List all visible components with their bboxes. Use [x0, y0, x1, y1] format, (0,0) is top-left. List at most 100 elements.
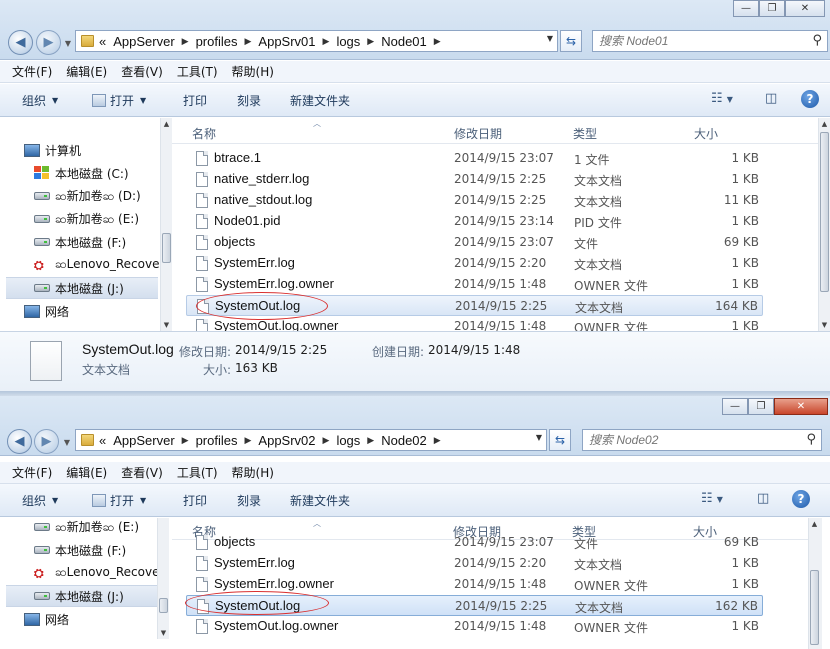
scroll-up-icon[interactable]: ▲ — [809, 518, 820, 530]
breadcrumb-separator-icon[interactable]: ▶ — [245, 435, 252, 446]
menu-item[interactable]: 编辑(E) — [66, 63, 107, 80]
navigation-scrollbar[interactable]: ▼ — [157, 518, 169, 639]
scroll-up-icon[interactable]: ▲ — [161, 118, 172, 130]
breadcrumb-item[interactable]: logs — [336, 34, 360, 49]
nav-item[interactable]: 本地磁盘 (F:) — [34, 231, 126, 253]
menu-item[interactable]: 帮助(H) — [232, 63, 274, 80]
burn-button[interactable]: 刻录 — [237, 92, 261, 109]
breadcrumb-separator-icon[interactable]: ▶ — [182, 36, 189, 47]
nav-item[interactable]: ⛭ ဆLenovo_Recover — [34, 254, 164, 276]
breadcrumb-item[interactable]: AppSrv01 — [258, 34, 315, 49]
nav-item[interactable]: 本地磁盘 (C:) — [34, 162, 129, 184]
breadcrumb-separator-icon[interactable]: ▶ — [367, 435, 374, 446]
help-button[interactable]: ? — [801, 90, 819, 108]
breadcrumb-item[interactable]: AppServer — [113, 34, 174, 49]
nav-item[interactable]: 网络 — [24, 300, 69, 322]
view-options-button[interactable]: ☷ ▼ — [701, 491, 723, 506]
navigation-scrollbar[interactable]: ▲ ▼ — [160, 118, 172, 331]
menu-item[interactable]: 工具(T) — [177, 464, 218, 481]
nav-item[interactable]: 网络 — [24, 608, 69, 630]
address-dropdown-icon[interactable]: ▼ — [547, 34, 553, 43]
breadcrumb-item[interactable]: Node01 — [381, 34, 427, 49]
organize-button[interactable]: 组织 ▼ — [22, 92, 58, 109]
breadcrumb-separator-icon[interactable]: ▶ — [323, 36, 330, 47]
nav-item[interactable]: ဆ新加卷ဆ (E:) — [34, 518, 139, 538]
breadcrumb-separator-icon[interactable]: ▶ — [323, 435, 330, 446]
open-button[interactable]: 打开 ▼ — [92, 492, 146, 509]
breadcrumb-item[interactable]: logs — [336, 433, 360, 448]
column-type[interactable]: 类型 — [573, 125, 597, 142]
menu-item[interactable]: 文件(F) — [12, 464, 52, 481]
scroll-thumb[interactable] — [159, 598, 168, 613]
preview-pane-button[interactable]: ◫ — [757, 491, 769, 506]
file-list-scrollbar[interactable]: ▲ — [808, 518, 822, 649]
nav-item[interactable]: 本地磁盘 (J:) — [6, 277, 158, 299]
file-row[interactable]: native_stdout.log 2014/9/15 2:25 文本文档 11 KB — [186, 190, 763, 211]
breadcrumb-separator-icon[interactable]: ▶ — [182, 435, 189, 446]
refresh-button[interactable]: ⇆ — [560, 30, 582, 52]
column-size[interactable]: 大小 — [694, 125, 718, 142]
new-folder-button[interactable]: 新建文件夹 — [290, 92, 350, 109]
nav-item[interactable]: 计算机 — [24, 139, 81, 161]
address-dropdown-icon[interactable]: ▼ — [536, 433, 542, 442]
print-button[interactable]: 打印 — [183, 92, 207, 109]
view-options-button[interactable]: ☷ ▼ — [711, 91, 733, 106]
menu-item[interactable]: 文件(F) — [12, 63, 52, 80]
search-input[interactable] — [583, 433, 783, 447]
search-icon[interactable]: ⚲ — [806, 432, 816, 447]
file-row[interactable]: objects 2014/9/15 23:07 文件 69 KB — [186, 232, 763, 253]
nav-item[interactable]: 本地磁盘 (J:) — [6, 585, 158, 607]
nav-item[interactable]: 本地磁盘 (F:) — [34, 539, 126, 561]
column-name[interactable]: 名称 — [192, 125, 216, 142]
nav-item[interactable]: ဆ新加卷ဆ (D:) — [34, 185, 141, 207]
refresh-button[interactable]: ⇆ — [549, 429, 571, 451]
open-button[interactable]: 打开 ▼ — [92, 92, 146, 109]
menu-item[interactable]: 工具(T) — [177, 63, 218, 80]
forward-button[interactable]: ▶ — [34, 429, 59, 454]
address-bar[interactable]: « AppServer ▶ profiles ▶ AppSrv01 ▶ logs ▶ Node0… — [75, 30, 558, 52]
recent-pages-dropdown[interactable]: ▼ — [63, 36, 73, 50]
breadcrumb-item[interactable]: AppSrv02 — [258, 433, 315, 448]
minimize-button[interactable]: — — [733, 0, 759, 17]
maximize-button[interactable]: ❐ — [748, 398, 774, 415]
file-row[interactable]: SystemOut.log.owner 2014/9/15 1:48 OWNER 文… — [186, 616, 763, 637]
scroll-down-icon[interactable]: ▼ — [819, 319, 830, 331]
breadcrumb-overflow[interactable]: « — [99, 433, 106, 448]
column-date[interactable]: 修改日期 — [454, 125, 502, 142]
forward-button[interactable]: ▶ — [36, 30, 61, 55]
breadcrumb-separator-icon[interactable]: ▶ — [434, 435, 441, 446]
address-bar[interactable]: « AppServer ▶ profiles ▶ AppSrv02 ▶ logs ▶ Node0… — [75, 429, 547, 451]
breadcrumb-item[interactable]: Node02 — [381, 433, 427, 448]
burn-button[interactable]: 刻录 — [237, 492, 261, 509]
nav-item[interactable]: ⛭ ဆLenovo_Recover — [34, 562, 164, 584]
minimize-button[interactable]: — — [722, 398, 748, 415]
file-row[interactable]: Node01.pid 2014/9/15 23:14 PID 文件 1 KB — [186, 211, 763, 232]
close-button[interactable]: ✕ — [785, 0, 825, 17]
menu-item[interactable]: 查看(V) — [121, 464, 163, 481]
scroll-up-icon[interactable]: ▲ — [819, 118, 830, 130]
scroll-down-icon[interactable]: ▼ — [161, 319, 172, 331]
back-button[interactable]: ◀ — [8, 30, 33, 55]
menu-item[interactable]: 编辑(E) — [66, 464, 107, 481]
breadcrumb-item[interactable]: AppServer — [113, 433, 174, 448]
file-row[interactable]: btrace.1 2014/9/15 23:07 1 文件 1 KB — [186, 148, 763, 169]
back-button[interactable]: ◀ — [7, 429, 32, 454]
organize-button[interactable]: 组织 ▼ — [22, 492, 58, 509]
file-row[interactable]: SystemErr.log 2014/9/15 2:20 文本文档 1 KB — [186, 253, 763, 274]
scroll-thumb[interactable] — [820, 132, 829, 292]
scroll-thumb[interactable] — [810, 570, 819, 645]
breadcrumb-item[interactable]: profiles — [196, 34, 238, 49]
search-box[interactable]: ⚲ — [582, 429, 822, 451]
close-button[interactable]: ✕ — [774, 398, 828, 415]
new-folder-button[interactable]: 新建文件夹 — [290, 492, 350, 509]
nav-item[interactable]: ဆ新加卷ဆ (E:) — [34, 208, 139, 230]
preview-pane-button[interactable]: ◫ — [765, 91, 777, 106]
breadcrumb-item[interactable]: profiles — [196, 433, 238, 448]
file-row[interactable]: SystemErr.log 2014/9/15 2:20 文本文档 1 KB — [186, 553, 763, 574]
file-row[interactable]: objects 2014/9/15 23:07 文件 69 KB — [186, 532, 763, 553]
breadcrumb-separator-icon[interactable]: ▶ — [245, 36, 252, 47]
print-button[interactable]: 打印 — [183, 492, 207, 509]
file-row[interactable]: native_stderr.log 2014/9/15 2:25 文本文档 1 KB — [186, 169, 763, 190]
breadcrumb-separator-icon[interactable]: ▶ — [367, 36, 374, 47]
search-icon[interactable]: ⚲ — [812, 33, 822, 48]
